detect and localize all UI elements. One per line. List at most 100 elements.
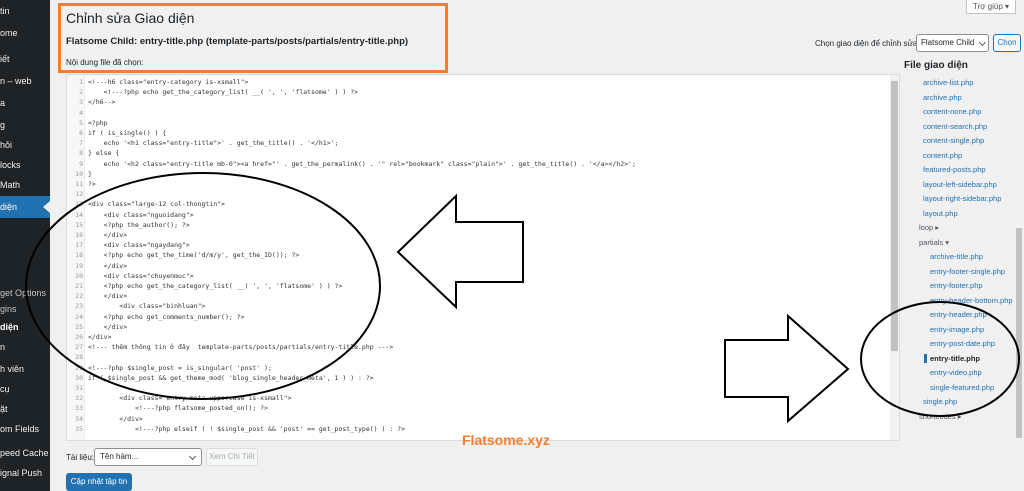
file-item[interactable]: entry-image.php [930,325,984,334]
sidebar-item[interactable]: diện [0,316,50,338]
file-item[interactable]: single-featured.php [930,383,994,392]
update-file-button[interactable]: Cập nhật tập tin [66,473,132,491]
code-line: } [88,169,92,178]
file-item[interactable]: entry-video.php [930,368,982,377]
file-item[interactable]: entry-post-date.php [930,339,995,348]
theme-files-list: archive-list.php archive.php content-none.… [904,74,1023,441]
sidebar-item[interactable]: h viên [0,358,50,380]
code-line: </div> [88,231,128,239]
sidebar-item[interactable]: diện [0,196,50,218]
sidebar-item-label: ignal Push [0,468,43,478]
sidebar-item[interactable]: ặt [0,398,50,420]
code-line: <div class="binhluan"> [88,302,206,311]
folder-item[interactable]: loop ▸ [919,223,939,232]
file-item[interactable]: layout-left-sidebar.php [923,180,997,189]
file-item[interactable]: content-search.php [923,122,987,131]
sidebar-item-label: peed Cache [0,448,49,458]
line-number: 27 [75,343,83,352]
sidebar-item-label: ặt [0,404,8,414]
line-number: 13 [75,200,83,209]
files-scrollbar-thumb[interactable] [1016,228,1022,438]
file-item[interactable]: entry-header.php [930,310,987,319]
sidebar-item[interactable]: g [0,114,50,136]
sidebar-item-label: g [0,120,6,130]
code-line: </h6--> [88,98,116,107]
line-number: 25 [75,322,83,331]
content-label: Nội dung file đã chọn: [66,58,144,67]
line-number: 26 [75,333,83,341]
docs-select-value: Tên hàm... [100,452,139,461]
docs-label: Tài liệu: [66,453,95,462]
line-number: 5 [79,118,83,127]
chevron-down-icon [188,452,197,461]
sidebar-item[interactable]: n – web [0,70,50,92]
sidebar-item-label: diện [0,322,19,332]
line-number: 3 [79,98,83,107]
sidebar-item[interactable]: om Fields [0,418,50,440]
code-line: if ( is_single() ) { [88,129,167,137]
admin-sidebar: tin ome iết n – web a g hỏi locks Math diện get Op… [0,0,50,491]
sidebar-item[interactable]: iết [0,48,50,70]
line-number: 34 [75,414,83,423]
sidebar-item[interactable]: hỏi [0,134,50,156]
file-item[interactable]: entry-header-bottom.php [930,296,1013,305]
editor-scrollbar-thumb[interactable] [891,81,898,351]
select-theme-button[interactable]: Chọn [993,34,1021,52]
line-number: 16 [75,231,83,239]
line-number: 31 [75,384,83,392]
file-item[interactable]: archive.php [923,93,962,102]
sidebar-item[interactable]: peed Cache [0,442,50,464]
lookup-button[interactable]: Xem Chi Tiết [206,448,258,466]
help-tab-button[interactable]: Trợ giúp ▾ [966,0,1016,14]
sidebar-item[interactable]: a [0,92,50,114]
sidebar-item[interactable]: n [0,336,50,358]
line-number: 11 [75,180,83,188]
code-line: <!--- thêm thông tin ở đây template-part… [88,343,394,352]
code-line: <div class="ngaydang"> [88,241,190,250]
file-item[interactable]: archive-list.php [923,78,973,87]
code-line: </div> [88,292,128,301]
sidebar-item[interactable]: Math [0,174,50,196]
line-number: 10 [75,169,83,178]
code-line: <?php echo get_comments_number(); ?> [88,312,245,321]
line-number: 4 [79,108,83,117]
sidebar-item-label: iết [0,54,10,64]
folder-item[interactable]: partials ▾ [919,238,949,247]
code-line: <div class="large-12 col-thongtin"> [88,200,225,209]
file-item[interactable]: content.php [923,151,962,160]
file-item[interactable]: archive-title.php [930,252,983,261]
file-item[interactable]: content-none.php [923,107,981,116]
file-item[interactable]: entry-footer.php [930,281,983,290]
file-item[interactable]: layout.php [923,209,958,218]
sidebar-item[interactable]: cụ [0,378,50,400]
sidebar-item[interactable]: ignal Push [0,462,50,484]
folder-item[interactable]: shortcodes ▸ [919,412,962,421]
theme-select[interactable]: Flatsome Child [916,34,989,52]
page-title: Chỉnh sửa Giao diện [66,10,195,26]
sidebar-item-label: Math [0,180,21,190]
docs-function-select[interactable]: Tên hàm... [94,448,202,466]
line-number: 18 [75,251,83,260]
code-line: <!---?php flatsome_posted_on(); ?> [88,404,269,413]
code-line: <?php echo get_the_time('d/m/y', get_the… [88,251,300,260]
sidebar-item-label: locks [0,160,21,170]
line-number: 15 [75,220,83,229]
line-number: 14 [75,210,83,219]
sidebar-item[interactable]: locks [0,154,50,176]
code-line: <!---?php elseif ( ! $single_post && 'po… [88,424,405,433]
line-number: 28 [75,353,83,362]
sidebar-item[interactable]: ome [0,22,50,44]
code-editor[interactable]: 1 2 3 4 5 6 7 8 9 10 11 12 13 14 15 16 17 18 19 20 21 22 23 24 2… [66,74,900,441]
editor-scrollbar[interactable] [890,75,899,440]
file-item[interactable]: featured-posts.php [923,165,986,174]
file-item[interactable]: single.php [923,397,957,406]
sidebar-item[interactable]: tin [0,0,50,22]
file-item[interactable]: entry-footer-single.php [930,267,1005,276]
sidebar-item[interactable]: menu [0,482,50,491]
line-number: 7 [79,139,83,148]
current-file-item[interactable]: entry-title.php [924,353,980,363]
file-item[interactable]: layout-right-sidebar.php [923,194,1001,203]
line-number: 21 [75,282,83,290]
file-item[interactable]: content-single.php [923,136,984,145]
code-line: <div class="entry-meta uppercase is-xsma… [88,394,292,403]
